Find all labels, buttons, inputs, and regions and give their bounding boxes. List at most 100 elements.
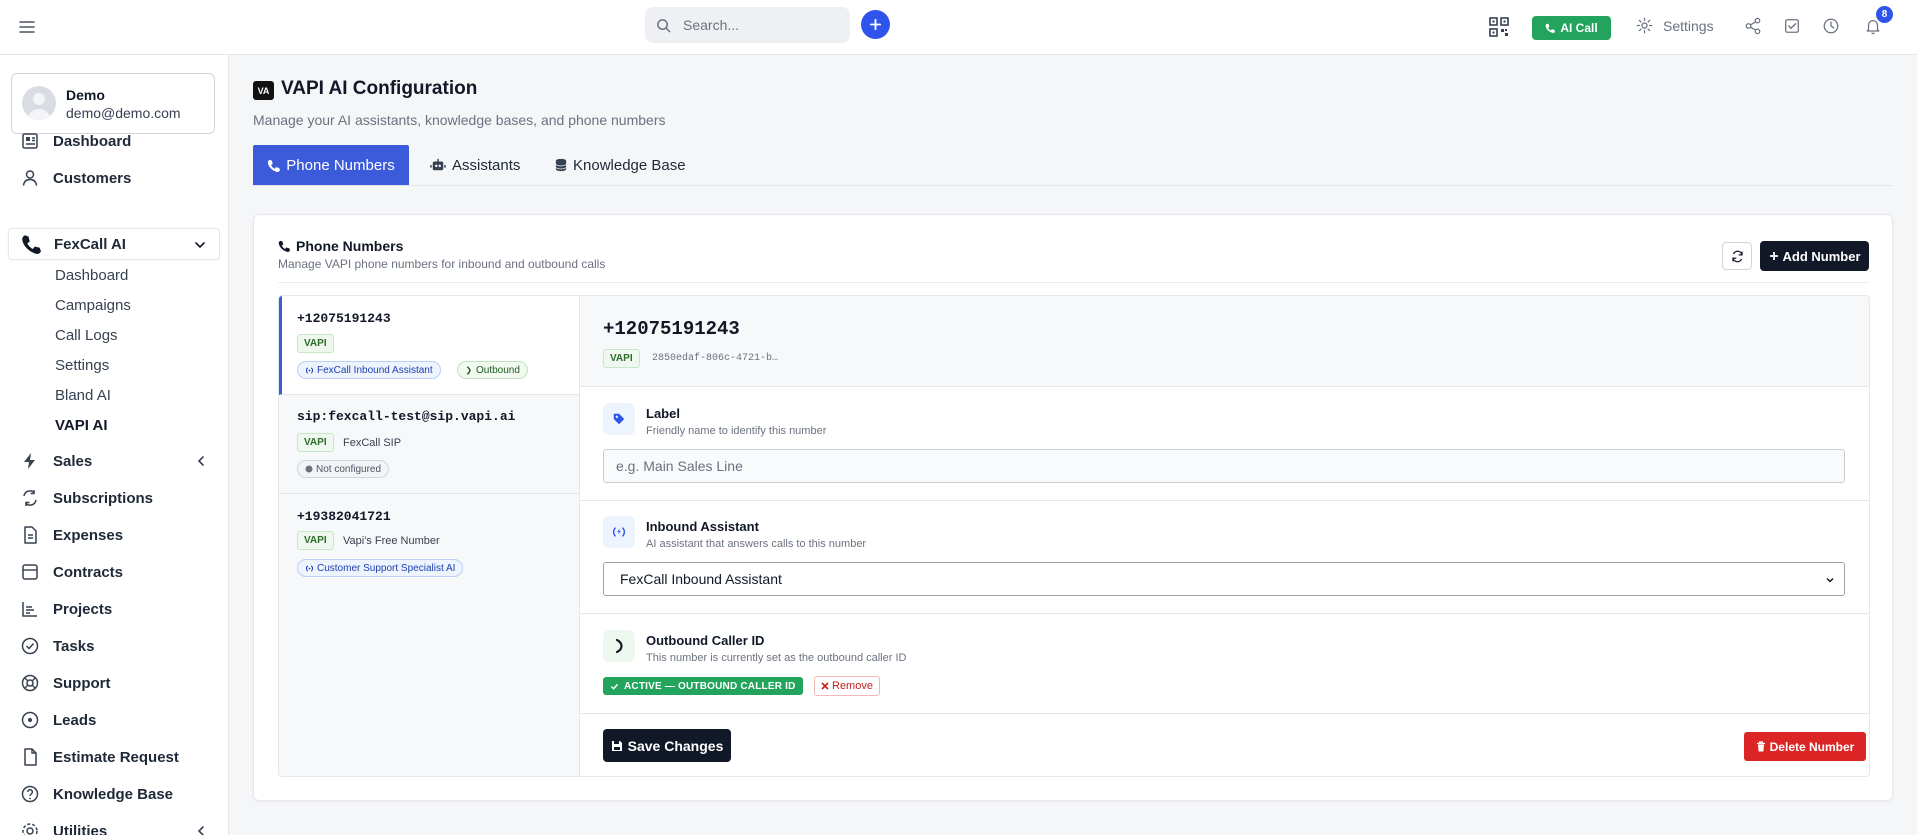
list-item[interactable]: sip:fexcall-test@sip.vapi.ai VAPI FexCal… [279, 395, 579, 494]
repeat-icon [20, 488, 40, 508]
trash-icon [1756, 741, 1766, 752]
check-circle-icon [20, 636, 40, 656]
outbound-section-title: Outbound Caller ID [646, 633, 765, 648]
delete-number-button[interactable]: Delete Number [1744, 732, 1866, 761]
provider-tag: VAPI [297, 433, 334, 452]
list-item-number: +12075191243 [297, 311, 391, 326]
subitem-vapi-ai[interactable]: VAPI AI [55, 417, 108, 434]
number-detail: +12075191243 VAPI 2850edaf-806c-4721-b… … [580, 296, 1869, 776]
dot-icon [305, 465, 313, 473]
outbound-phone-icon [603, 630, 635, 662]
phone-icon [267, 159, 281, 172]
sidebar-item-support[interactable]: Support [8, 667, 220, 699]
detail-header: +12075191243 VAPI 2850edaf-806c-4721-b… [580, 296, 1869, 387]
lifebuoy-icon [20, 673, 40, 693]
sidebar-item-leads[interactable]: Leads [8, 704, 220, 736]
waves-icon [305, 564, 314, 573]
divider [580, 613, 1869, 614]
remove-caller-id-button[interactable]: Remove [814, 676, 880, 696]
phone-numbers-panel: Phone Numbers Manage VAPI phone numbers … [253, 214, 1893, 801]
sidebar-item-utilities[interactable]: Utilities [8, 815, 220, 835]
outbound-chip: Outbound [457, 361, 528, 379]
provider-tag: VAPI [297, 334, 334, 353]
user-name: Demo [66, 87, 105, 103]
settings-link[interactable]: Settings [1636, 17, 1714, 34]
number-id: 2850edaf-806c-4721-b… [652, 353, 779, 364]
refresh-button[interactable] [1722, 242, 1752, 270]
page-subtitle: Manage your AI assistants, knowledge bas… [253, 112, 666, 128]
sidebar-item-projects[interactable]: Projects [8, 593, 220, 625]
bolt-icon [20, 451, 40, 471]
inbound-waves-icon [603, 516, 635, 548]
ai-call-button[interactable]: AI Call [1532, 16, 1611, 40]
subitem-dashboard[interactable]: Dashboard [55, 267, 128, 284]
sidebar-item-fexcall-ai[interactable]: FexCall AI [8, 228, 220, 260]
subitem-bland-ai[interactable]: Bland AI [55, 387, 111, 404]
tabs-divider [253, 185, 1893, 186]
tab-phone-numbers[interactable]: Phone Numbers [253, 145, 409, 185]
target-icon [20, 710, 40, 730]
chevron-left-icon [194, 824, 208, 835]
tab-knowledge-base[interactable]: Knowledge Base [555, 145, 686, 185]
refresh-icon [1731, 250, 1744, 263]
sidebar-item-sales[interactable]: Sales [8, 445, 220, 477]
sidebar-item-customers[interactable]: Customers [8, 162, 220, 194]
number-description: Vapi's Free Number [343, 535, 440, 547]
list-item[interactable]: +12075191243 VAPI FexCall Inbound Assist… [279, 296, 579, 395]
status-chip: Not configured [297, 460, 390, 478]
label-input[interactable] [603, 449, 1845, 483]
sidebar-item-tasks[interactable]: Tasks [8, 630, 220, 662]
gear-icon [1636, 17, 1653, 34]
sidebar-item-knowledge-base[interactable]: Knowledge Base [8, 778, 220, 810]
save-button[interactable]: Save Changes [603, 729, 731, 762]
search-bar[interactable]: Search... [645, 7, 850, 43]
user-email: demo@demo.com [66, 105, 181, 121]
database-icon [555, 158, 567, 172]
clock-icon[interactable] [1822, 17, 1842, 37]
sidebar-item-contracts[interactable]: Contracts [8, 556, 220, 588]
top-bar: Search... AI Call Settings 8 [0, 0, 1917, 55]
sidebar-item-estimate-request[interactable]: Estimate Request [8, 741, 220, 773]
phone-icon [21, 234, 41, 254]
quick-add-button[interactable] [861, 10, 890, 39]
label-section-subtitle: Friendly name to identify this number [646, 425, 827, 437]
panel-title: Phone Numbers [278, 238, 403, 254]
provider-tag: VAPI [297, 531, 334, 550]
inbound-section-subtitle: AI assistant that answers calls to this … [646, 538, 867, 550]
document-icon [20, 747, 40, 767]
list-item[interactable]: +19382041721 VAPI Vapi's Free Number Cus… [279, 494, 579, 585]
plus-icon [1769, 251, 1779, 261]
question-icon [20, 784, 40, 804]
task-check-icon[interactable] [1783, 17, 1803, 37]
menu-icon[interactable] [17, 17, 37, 37]
sidebar-item-dashboard[interactable]: Dashboard [8, 125, 220, 157]
phone-icon [465, 365, 473, 375]
sidebar: Demo demo@demo.com Dashboard Customers F… [0, 55, 229, 835]
sidebar-item-expenses[interactable]: Expenses [8, 519, 220, 551]
numbers-workspace: +12075191243 VAPI FexCall Inbound Assist… [278, 295, 1870, 777]
notification-badge: 8 [1876, 6, 1893, 23]
label-section-title: Label [646, 406, 680, 421]
qr-code-icon[interactable] [1488, 16, 1510, 38]
phone-icon [278, 240, 290, 252]
divider [580, 500, 1869, 501]
sidebar-item-subscriptions[interactable]: Subscriptions [8, 482, 220, 514]
chevron-down-icon [1824, 574, 1836, 586]
list-item-number: sip:fexcall-test@sip.vapi.ai [297, 409, 516, 424]
subitem-campaigns[interactable]: Campaigns [55, 297, 131, 314]
search-icon [656, 18, 671, 33]
list-item-number: +19382041721 [297, 509, 391, 524]
subitem-settings[interactable]: Settings [55, 357, 109, 374]
subitem-call-logs[interactable]: Call Logs [55, 327, 118, 344]
number-description: FexCall SIP [343, 437, 402, 449]
check-icon [610, 682, 619, 691]
search-input[interactable]: Search... [683, 17, 739, 33]
save-icon [611, 740, 623, 752]
share-icon[interactable] [1744, 17, 1764, 37]
add-number-button[interactable]: Add Number [1760, 241, 1869, 271]
inbound-assistant-select[interactable]: FexCall Inbound Assistant [603, 562, 1845, 596]
phone-icon [1545, 23, 1556, 33]
assistant-chip: Customer Support Specialist AI [297, 559, 464, 577]
inbound-section-title: Inbound Assistant [646, 519, 759, 534]
tab-assistants[interactable]: Assistants [430, 145, 520, 185]
